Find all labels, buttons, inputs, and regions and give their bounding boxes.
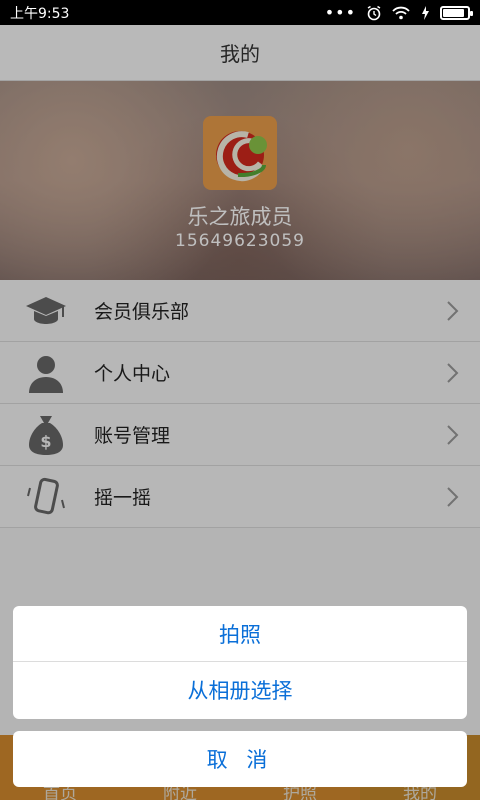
status-time: 上午9:53	[10, 5, 70, 22]
battery-icon	[440, 5, 473, 20]
cancel-button[interactable]: 取 消	[13, 731, 467, 787]
status-bar: 上午9:53 •••	[0, 0, 480, 25]
wifi-icon	[392, 6, 410, 19]
notification-dots-icon: •••	[324, 3, 356, 22]
alarm-clock-icon	[367, 5, 381, 20]
choose-from-album-button[interactable]: 从相册选择	[13, 662, 467, 718]
status-icons: •••	[324, 3, 473, 22]
signal-icon	[422, 5, 429, 20]
action-sheet-cancel: 取 消	[13, 731, 467, 787]
take-photo-button[interactable]: 拍照	[13, 606, 467, 662]
action-sheet: 拍照 从相册选择	[13, 606, 467, 719]
